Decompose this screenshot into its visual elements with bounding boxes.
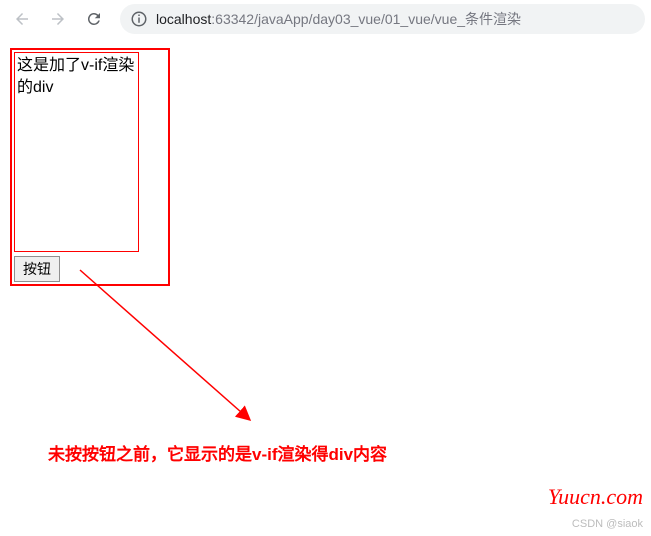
- vif-div: 这是加了v-if渲染的div: [14, 52, 139, 252]
- url-text: localhost:63342/javaApp/day03_vue/01_vue…: [156, 9, 521, 29]
- arrow-left-icon: [13, 10, 31, 28]
- vif-text: 这是加了v-if渲染的div: [17, 57, 134, 96]
- arrow-right-icon: [49, 10, 67, 28]
- highlight-box: 这是加了v-if渲染的div 按钮: [10, 48, 170, 286]
- browser-toolbar: localhost:63342/javaApp/day03_vue/01_vue…: [0, 0, 651, 38]
- back-button[interactable]: [6, 3, 38, 35]
- watermark: Yuucn.com: [548, 484, 643, 510]
- url-port: :63342: [211, 11, 254, 27]
- reload-button[interactable]: [78, 3, 110, 35]
- reload-icon: [85, 10, 103, 28]
- info-icon: [130, 10, 148, 28]
- url-path: /javaApp/day03_vue/01_vue/vue_条件渲染: [254, 11, 521, 27]
- toggle-button[interactable]: 按钮: [14, 256, 60, 282]
- csdn-watermark: CSDN @siaok: [572, 518, 643, 530]
- page-content: 这是加了v-if渲染的div 按钮: [0, 38, 651, 296]
- forward-button[interactable]: [42, 3, 74, 35]
- annotation-text: 未按按钮之前，它显示的是v-if渲染得div内容: [48, 440, 387, 465]
- url-host: localhost: [156, 11, 211, 27]
- address-bar[interactable]: localhost:63342/javaApp/day03_vue/01_vue…: [120, 4, 645, 34]
